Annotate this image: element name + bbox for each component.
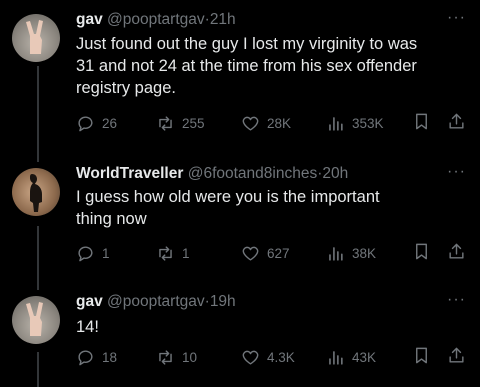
views-icon bbox=[329, 246, 343, 261]
repost-icon bbox=[159, 349, 172, 365]
share-button[interactable] bbox=[447, 346, 466, 370]
like-icon bbox=[242, 246, 259, 261]
action-bar: 18 10 4.3K 43K bbox=[76, 346, 470, 368]
repost-button[interactable]: 1 bbox=[156, 242, 190, 264]
repost-icon bbox=[159, 115, 172, 131]
peace-hand-icon bbox=[26, 302, 43, 336]
repost-button[interactable]: 10 bbox=[156, 346, 197, 368]
bookmark-icon bbox=[416, 113, 427, 130]
avatar[interactable] bbox=[12, 296, 60, 344]
views-count: 43K bbox=[352, 349, 377, 365]
share-icon bbox=[449, 113, 464, 129]
repost-count: 1 bbox=[182, 245, 190, 261]
reply-icon bbox=[78, 115, 93, 131]
reply-button[interactable]: 26 bbox=[76, 112, 117, 134]
reply-count: 1 bbox=[102, 245, 110, 261]
like-count: 627 bbox=[267, 245, 290, 261]
tweet[interactable]: gav @pooptartgav·19h ··· 14! 18 10 4.3K … bbox=[0, 290, 480, 387]
display-name[interactable]: WorldTraveller bbox=[76, 165, 183, 182]
reply-button[interactable]: 18 bbox=[76, 346, 117, 368]
tweet-text-line: Just found out the guy I lost my virgini… bbox=[76, 35, 418, 53]
tweet-text-line: registry page. bbox=[76, 79, 176, 97]
action-bar: 1 1 627 38K bbox=[76, 242, 470, 264]
tweet-header: gav @pooptartgav·21h bbox=[76, 10, 236, 30]
timestamp[interactable]: 21h bbox=[210, 11, 236, 28]
peace-hand-icon bbox=[26, 20, 43, 54]
views-icon bbox=[329, 116, 343, 131]
tweet-text-line: 14! bbox=[76, 318, 99, 336]
silhouette-icon bbox=[30, 174, 42, 212]
tweet-text: 14! bbox=[76, 316, 466, 338]
bookmark-button[interactable] bbox=[412, 346, 431, 370]
timestamp[interactable]: 19h bbox=[210, 293, 236, 310]
bookmark-button[interactable] bbox=[412, 242, 431, 266]
reply-count: 18 bbox=[102, 349, 118, 365]
tweet[interactable]: WorldTraveller @6footand8inches·20h ··· … bbox=[0, 163, 480, 274]
reply-button[interactable]: 1 bbox=[76, 242, 110, 264]
display-name[interactable]: gav bbox=[76, 11, 103, 28]
user-handle[interactable]: @pooptartgav bbox=[107, 293, 205, 310]
like-count: 28K bbox=[267, 115, 292, 131]
avatar[interactable] bbox=[12, 168, 60, 216]
views-button[interactable]: 353K bbox=[326, 112, 384, 134]
more-options-button[interactable]: ··· bbox=[447, 9, 466, 27]
repost-icon bbox=[159, 245, 172, 261]
views-count: 353K bbox=[352, 115, 384, 131]
tweet-text-line: 31 and not 24 at the time from his sex o… bbox=[76, 57, 417, 75]
repost-button[interactable]: 255 bbox=[156, 112, 205, 134]
like-count: 4.3K bbox=[267, 349, 295, 365]
user-handle[interactable]: @6footand8inches bbox=[188, 165, 318, 182]
views-button[interactable]: 43K bbox=[326, 346, 376, 368]
repost-count: 10 bbox=[182, 349, 198, 365]
display-name[interactable]: gav bbox=[76, 293, 103, 310]
tweet-text-line: thing now bbox=[76, 210, 147, 228]
views-button[interactable]: 38K bbox=[326, 242, 376, 264]
bookmark-button[interactable] bbox=[412, 112, 431, 136]
share-icon bbox=[449, 347, 464, 363]
tweet-text: I guess how old were you is the importan… bbox=[76, 186, 466, 230]
more-options-button[interactable]: ··· bbox=[447, 163, 466, 181]
reply-icon bbox=[78, 349, 93, 365]
tweet-header: gav @pooptartgav·19h bbox=[76, 292, 236, 312]
like-icon bbox=[242, 116, 259, 131]
tweet-text: Just found out the guy I lost my virgini… bbox=[76, 33, 466, 99]
tweet[interactable]: gav @pooptartgav·21h ··· Just found out … bbox=[0, 8, 480, 148]
reply-icon bbox=[78, 245, 93, 261]
like-button[interactable]: 28K bbox=[241, 112, 291, 134]
views-count: 38K bbox=[352, 245, 377, 261]
repost-count: 255 bbox=[182, 115, 205, 131]
like-button[interactable]: 4.3K bbox=[241, 346, 295, 368]
bookmark-icon bbox=[416, 243, 427, 260]
like-button[interactable]: 627 bbox=[241, 242, 290, 264]
timestamp[interactable]: 20h bbox=[322, 165, 348, 182]
more-options-button[interactable]: ··· bbox=[447, 291, 466, 309]
tweet-text-line: I guess how old were you is the importan… bbox=[76, 188, 380, 206]
like-icon bbox=[242, 350, 259, 365]
reply-count: 26 bbox=[102, 115, 118, 131]
tweet-header: WorldTraveller @6footand8inches·20h bbox=[76, 164, 348, 184]
views-icon bbox=[329, 350, 343, 365]
action-bar: 26 255 28K 353K bbox=[76, 112, 470, 134]
share-button[interactable] bbox=[447, 112, 466, 136]
user-handle[interactable]: @pooptartgav bbox=[107, 11, 205, 28]
bookmark-icon bbox=[416, 347, 427, 364]
avatar[interactable] bbox=[12, 14, 60, 62]
share-icon bbox=[449, 243, 464, 259]
share-button[interactable] bbox=[447, 242, 466, 266]
